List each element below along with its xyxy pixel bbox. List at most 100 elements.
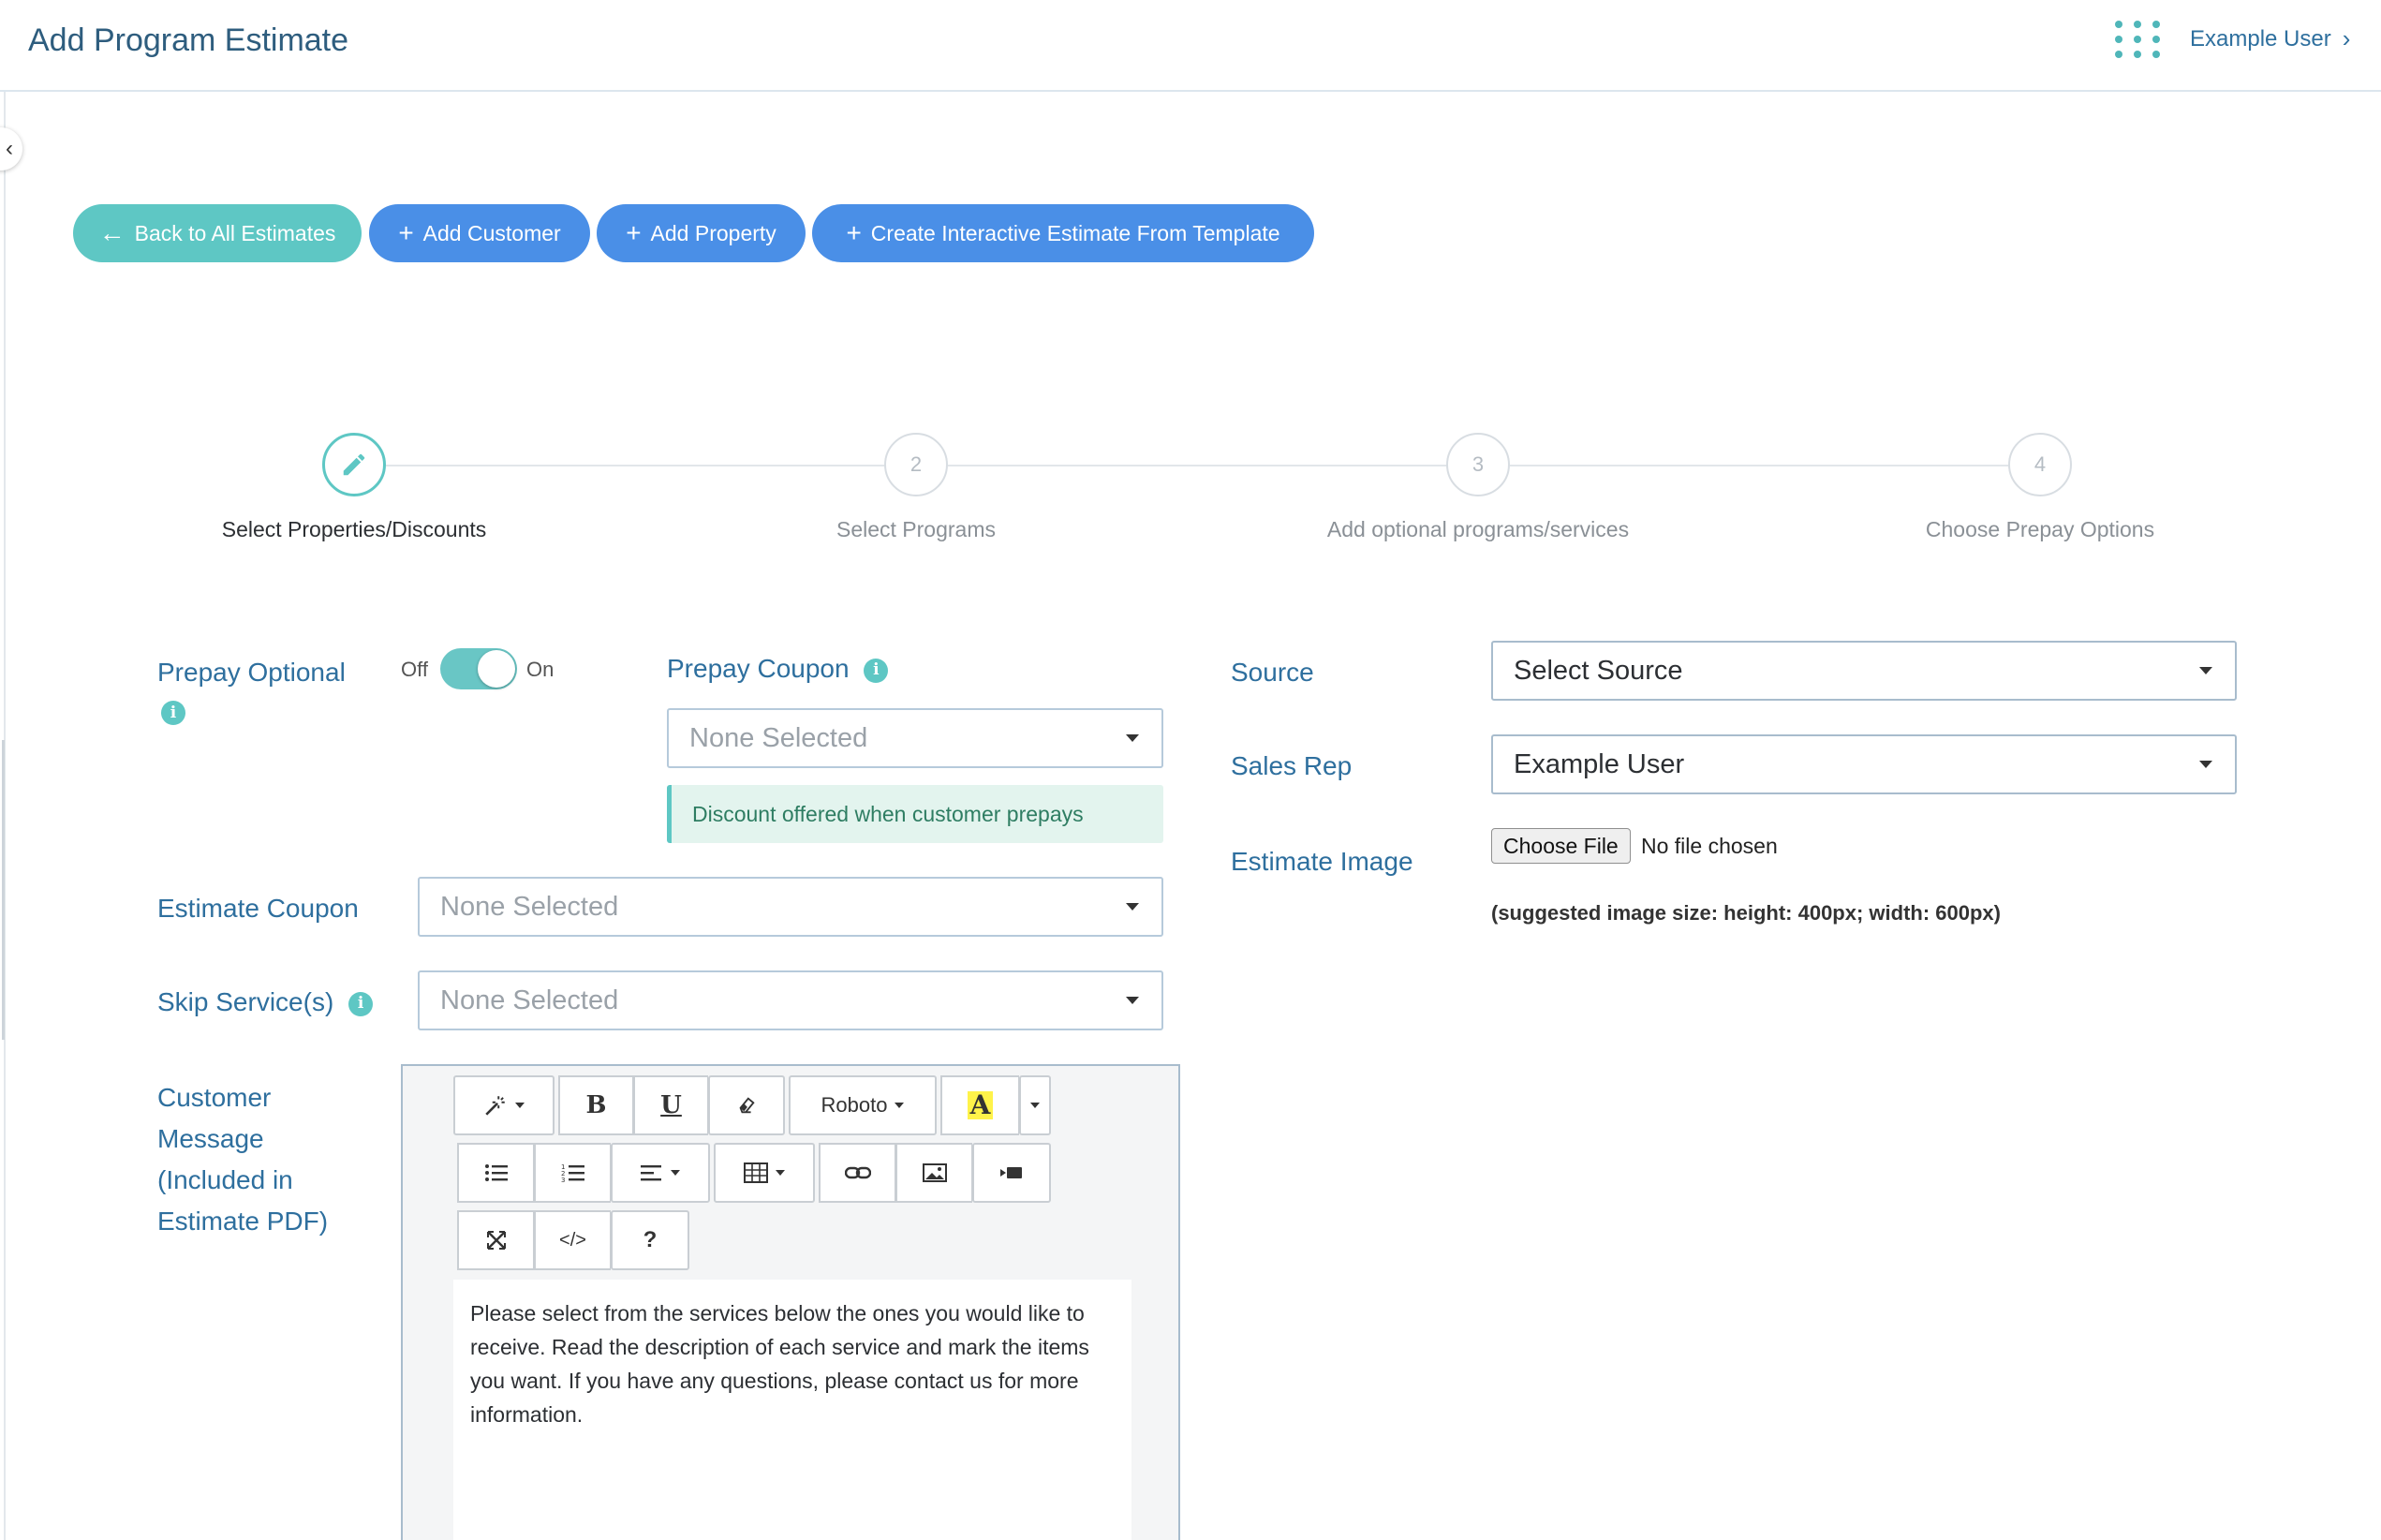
chevron-right-icon: › — [2342, 24, 2351, 52]
customer-message-editor: B U Roboto A 123 </> ? Please select fro… — [401, 1064, 1180, 1540]
back-to-estimates-button[interactable]: ← Back to All Estimates — [73, 204, 362, 262]
video-icon — [1000, 1167, 1022, 1178]
customer-message-textarea[interactable]: Please select from the services below th… — [453, 1280, 1131, 1540]
caret-down-icon — [2199, 667, 2212, 674]
plus-icon: + — [626, 218, 642, 247]
plus-icon: + — [846, 218, 862, 247]
user-name: Example User — [2190, 25, 2331, 52]
source-select[interactable]: Select Source — [1491, 641, 2237, 701]
skip-services-info-icon[interactable]: i — [348, 991, 374, 1016]
sales-rep-value: Example User — [1514, 748, 1685, 779]
stepper-connector — [386, 465, 886, 466]
estimate-image-label: Estimate Image — [1231, 847, 1413, 876]
clear-format-button[interactable] — [708, 1075, 785, 1135]
underline-button[interactable]: U — [633, 1075, 708, 1135]
back-to-estimates-label: Back to All Estimates — [134, 220, 336, 245]
insert-image-button[interactable] — [895, 1143, 972, 1203]
customer-message-label-line: Customer — [157, 1083, 272, 1112]
bold-button[interactable]: B — [558, 1075, 633, 1135]
estimate-coupon-select[interactable]: None Selected — [418, 877, 1163, 937]
estimate-coupon-label: Estimate Coupon — [157, 894, 359, 923]
prepay-coupon-label-text: Prepay Coupon — [667, 654, 850, 683]
page-root: Add Program Estimate Example User › ‹ ← … — [0, 0, 2381, 1540]
prepay-optional-info-icon[interactable]: i — [161, 701, 185, 725]
estimate-coupon-value: None Selected — [440, 891, 619, 922]
help-icon: ? — [643, 1227, 658, 1252]
customer-message-label: Customer Message (Included in Estimate P… — [157, 1077, 328, 1242]
step-3-circle[interactable]: 3 — [1446, 433, 1510, 496]
magic-wand-style-button[interactable] — [453, 1075, 555, 1135]
numbered-list-icon: 123 — [561, 1163, 584, 1183]
customer-message-label-line: Message — [157, 1124, 264, 1153]
step-4-label: Choose Prepay Options — [1925, 517, 2155, 541]
insert-table-button[interactable] — [714, 1143, 815, 1203]
create-interactive-estimate-button[interactable]: + Create Interactive Estimate From Templ… — [812, 204, 1314, 262]
svg-text:3: 3 — [561, 1177, 565, 1183]
prepay-coupon-label: Prepay Coupon i — [667, 650, 889, 687]
source-value: Select Source — [1514, 655, 1683, 686]
choose-file-button[interactable]: Choose File — [1491, 828, 1631, 864]
code-view-button[interactable]: </> — [534, 1210, 611, 1270]
fullscreen-button[interactable] — [457, 1210, 534, 1270]
image-size-suggestion: (suggested image size: height: 400px; wi… — [1491, 901, 2001, 925]
skip-services-select[interactable]: None Selected — [418, 970, 1163, 1030]
bulleted-list-icon — [484, 1164, 508, 1181]
code-icon: </> — [559, 1229, 586, 1251]
sidebar-scroll-indicator — [2, 740, 5, 1040]
chevron-left-icon: ‹ — [6, 136, 13, 161]
plus-icon: + — [398, 218, 414, 247]
image-icon — [922, 1163, 947, 1182]
step-4-circle[interactable]: 4 — [2008, 433, 2072, 496]
step-1-label: Select Properties/Discounts — [221, 517, 487, 541]
toggle-on-label: On — [526, 658, 555, 681]
add-customer-label: Add Customer — [422, 220, 561, 245]
prepay-coupon-select[interactable]: None Selected — [667, 708, 1163, 768]
table-icon — [744, 1162, 768, 1183]
stepper-connector — [1510, 465, 2010, 466]
step-2-number: 2 — [910, 452, 923, 476]
skip-services-label: Skip Service(s) i — [157, 984, 374, 1020]
page-title: Add Program Estimate — [28, 22, 349, 58]
step-2-label: Select Programs — [836, 517, 997, 541]
step-2-circle[interactable]: 2 — [884, 433, 948, 496]
caret-down-icon — [1126, 997, 1139, 1004]
magic-wand-icon — [485, 1096, 505, 1116]
create-interactive-estimate-label: Create Interactive Estimate From Templat… — [870, 220, 1280, 245]
paragraph-align-button[interactable] — [611, 1143, 710, 1203]
arrow-left-icon: ← — [98, 218, 126, 247]
numbered-list-button[interactable]: 123 — [534, 1143, 611, 1203]
source-label: Source — [1231, 658, 1314, 687]
text-color-dropdown[interactable] — [1019, 1075, 1051, 1135]
add-property-label: Add Property — [650, 220, 776, 245]
sidebar-collapse-button[interactable]: ‹ — [0, 127, 22, 170]
sales-rep-select[interactable]: Example User — [1491, 734, 2237, 794]
text-color-button[interactable]: A — [940, 1075, 1019, 1135]
insert-video-button[interactable] — [972, 1143, 1051, 1203]
step-3-number: 3 — [1471, 452, 1485, 476]
align-left-icon — [641, 1165, 661, 1181]
prepay-optional-label: Prepay Optional — [157, 658, 346, 687]
customer-message-label-line: (Included in — [157, 1165, 293, 1194]
user-menu[interactable]: Example User › — [2190, 24, 2350, 53]
bold-icon: B — [585, 1091, 607, 1119]
grid-dots-icon[interactable] — [2111, 19, 2167, 60]
fullscreen-icon — [486, 1231, 506, 1250]
toggle-knob — [478, 650, 515, 688]
prepay-coupon-value: None Selected — [689, 722, 868, 753]
caret-down-icon — [1030, 1103, 1040, 1108]
caret-down-icon — [1126, 903, 1139, 911]
file-status: No file chosen — [1641, 834, 1778, 858]
help-button[interactable]: ? — [611, 1210, 689, 1270]
prepay-coupon-hint: Discount offered when customer prepays — [667, 785, 1163, 843]
step-1-circle[interactable] — [322, 433, 386, 496]
underline-icon: U — [660, 1091, 682, 1119]
text-color-icon: A — [967, 1091, 994, 1119]
prepay-coupon-info-icon[interactable]: i — [864, 658, 889, 683]
prepay-optional-toggle[interactable] — [440, 648, 517, 689]
insert-link-button[interactable] — [819, 1143, 895, 1203]
add-customer-button[interactable]: + Add Customer — [369, 204, 590, 262]
link-icon — [844, 1166, 871, 1179]
font-family-select[interactable]: Roboto — [789, 1075, 937, 1135]
bulleted-list-button[interactable] — [457, 1143, 534, 1203]
add-property-button[interactable]: + Add Property — [597, 204, 806, 262]
